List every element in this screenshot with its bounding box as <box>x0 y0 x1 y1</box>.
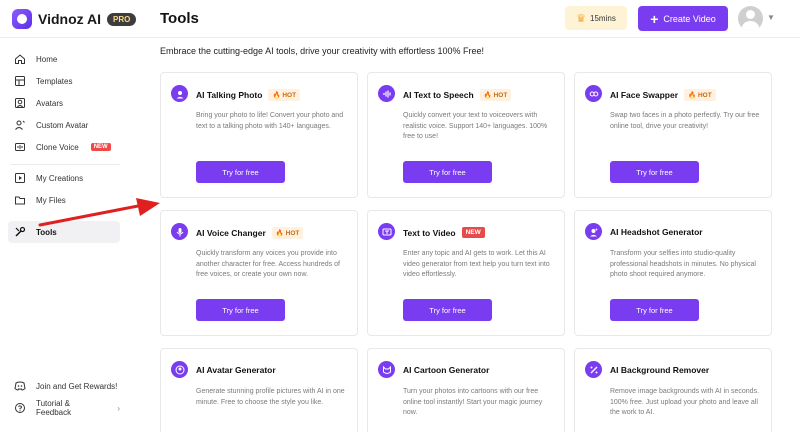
annotation-arrow <box>38 198 160 227</box>
